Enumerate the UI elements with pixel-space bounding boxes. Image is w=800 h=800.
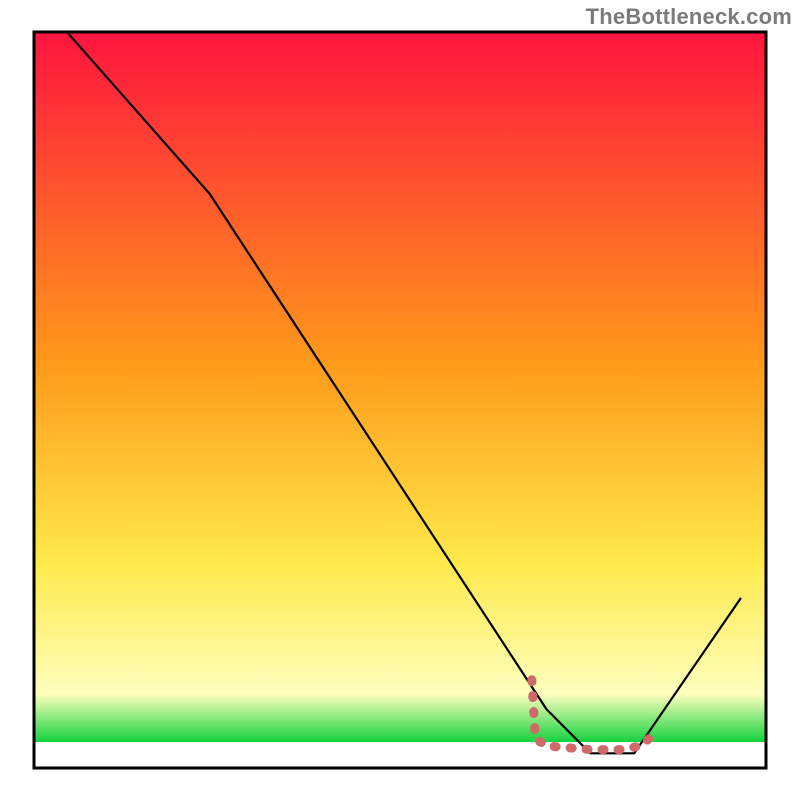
- watermark-text: TheBottleneck.com: [586, 4, 792, 30]
- gradient-background: [34, 32, 766, 768]
- bottleneck-chart: [0, 0, 800, 800]
- chart-root: TheBottleneck.com: [0, 0, 800, 800]
